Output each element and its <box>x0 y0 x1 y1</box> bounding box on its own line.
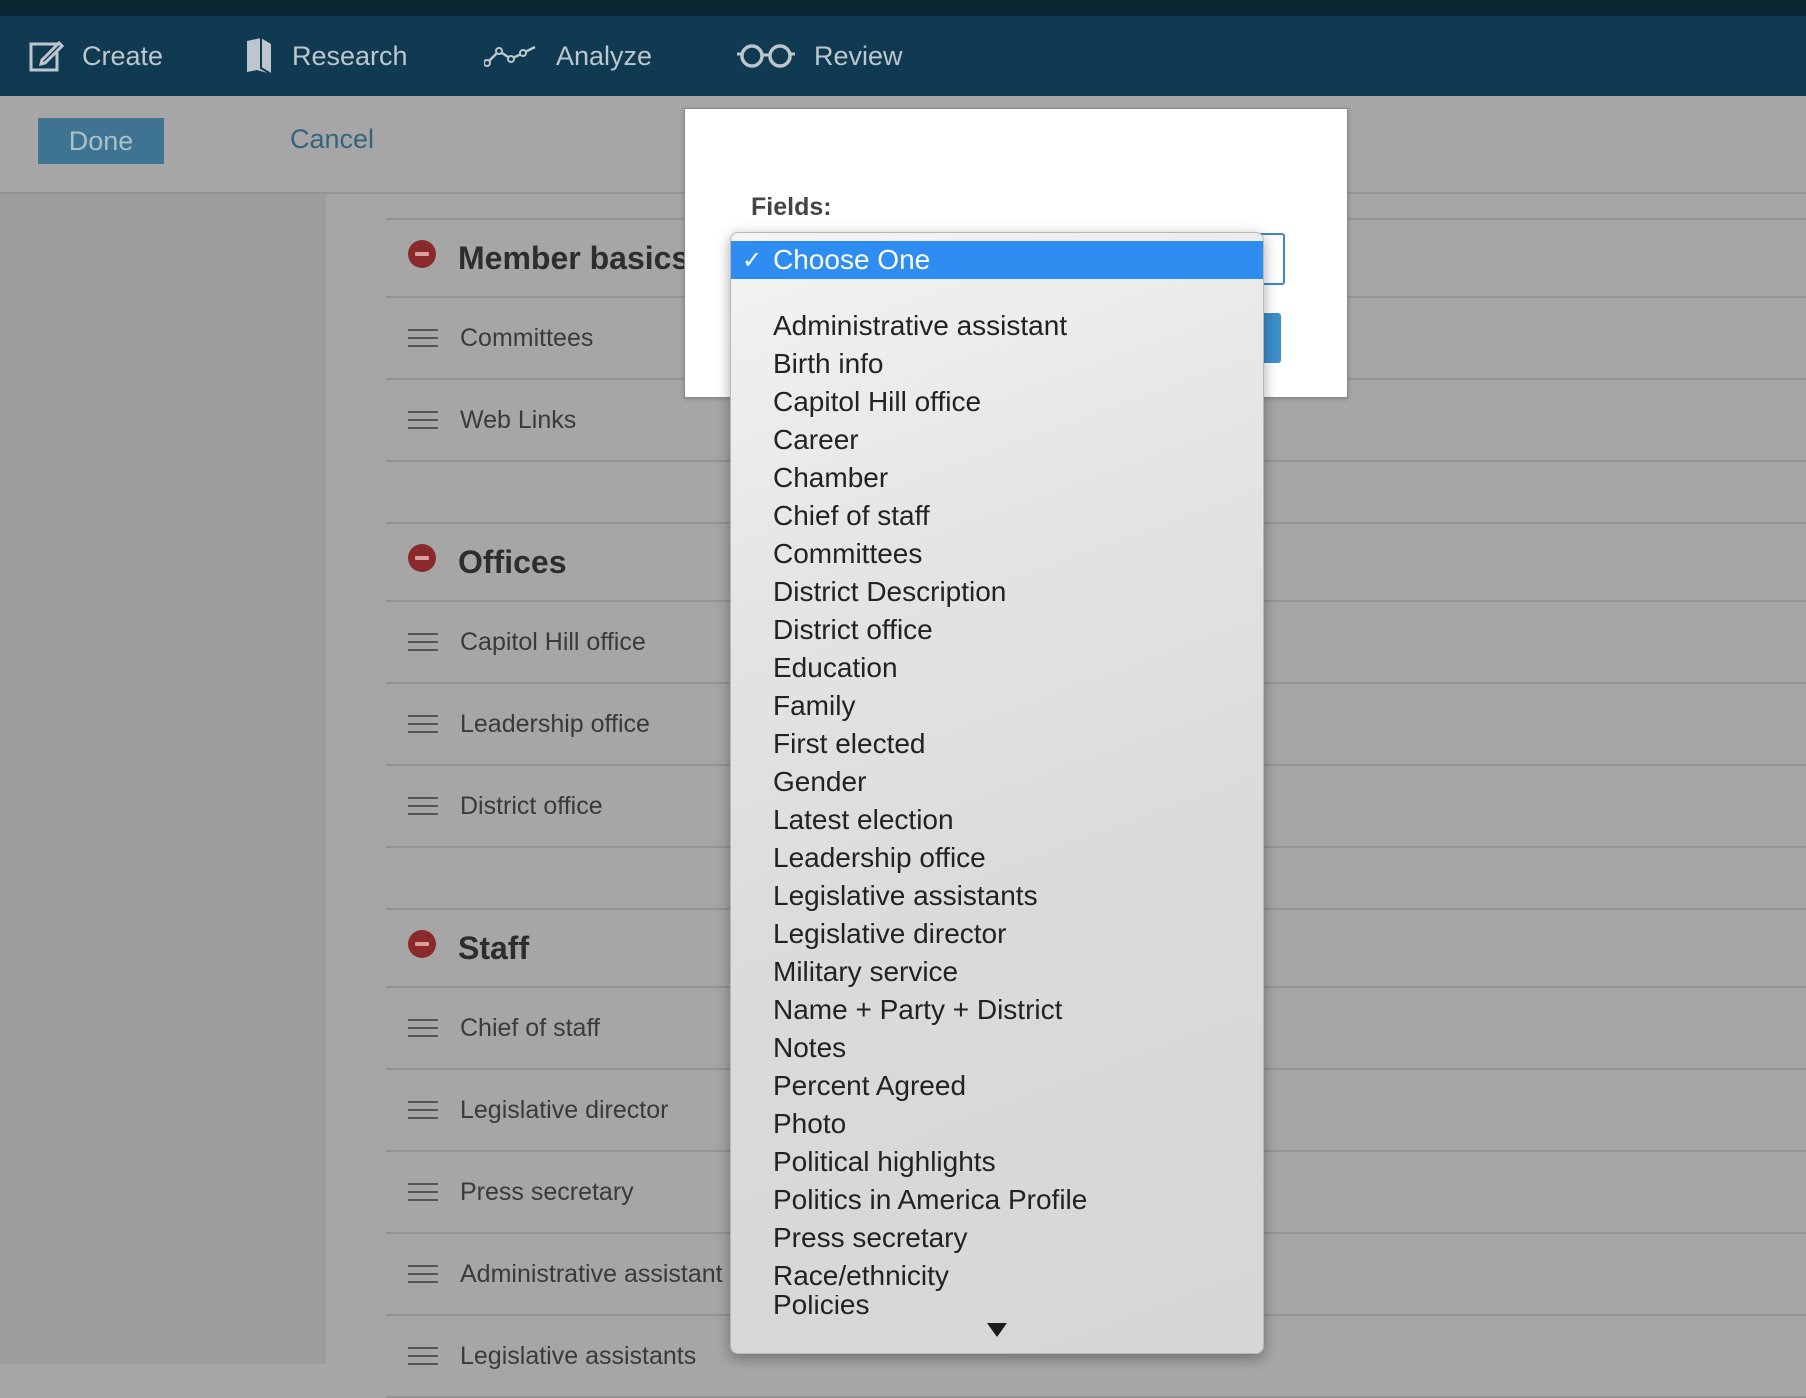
drag-handle-icon[interactable] <box>408 411 438 429</box>
dropdown-option[interactable]: Capitol Hill office <box>773 383 1253 421</box>
dropdown-option[interactable]: Political highlights <box>773 1143 1253 1181</box>
list-item-label: Web Links <box>460 405 577 434</box>
list-item-label: Chief of staff <box>460 1013 600 1042</box>
dropdown-option[interactable]: Photo <box>773 1105 1253 1143</box>
dropdown-option[interactable]: Chamber <box>773 459 1253 497</box>
book-icon <box>247 38 272 75</box>
edit-icon <box>29 40 64 72</box>
dropdown-option[interactable]: Military service <box>773 953 1253 991</box>
dropdown-option[interactable]: Legislative assistants <box>773 877 1253 915</box>
dropdown-option[interactable]: Politics in America Profile <box>773 1181 1253 1219</box>
drag-handle-icon[interactable] <box>408 329 438 347</box>
dropdown-option-selected[interactable]: ✓ Choose One <box>731 241 1263 279</box>
dropdown-option[interactable]: Career <box>773 421 1253 459</box>
drag-handle-icon[interactable] <box>408 1265 438 1283</box>
nav-create[interactable]: Create <box>28 16 163 96</box>
dropdown-option[interactable]: Percent Agreed <box>773 1067 1253 1105</box>
remove-section-icon[interactable] <box>408 240 436 268</box>
nav-review[interactable]: Review <box>736 16 903 96</box>
glasses-icon <box>737 44 795 68</box>
dropdown-options: Administrative assistant Birth info Capi… <box>773 307 1253 1315</box>
fields-label: Fields: <box>751 193 832 221</box>
dropdown-option-label: Choose One <box>773 244 931 275</box>
list-item-label: Capitol Hill office <box>460 627 646 656</box>
main-nav: Create Research Analyze Review <box>0 16 1806 96</box>
remove-section-icon[interactable] <box>408 930 436 958</box>
nav-research-label: Research <box>292 40 408 71</box>
list-item-label: Committees <box>460 323 594 352</box>
left-panel <box>0 194 326 1364</box>
section-title: Staff <box>458 929 530 966</box>
dropdown-option[interactable]: First elected <box>773 725 1253 763</box>
dropdown-option[interactable]: Education <box>773 649 1253 687</box>
drag-handle-icon[interactable] <box>408 1183 438 1201</box>
drag-handle-icon[interactable] <box>408 1347 438 1365</box>
scroll-down-arrow-icon[interactable] <box>987 1323 1007 1337</box>
list-item-label: Administrative assistant <box>460 1259 723 1288</box>
list-item-label: Leadership office <box>460 709 650 738</box>
dropdown-option[interactable]: Gender <box>773 763 1253 801</box>
dropdown-option[interactable]: Committees <box>773 535 1253 573</box>
dropdown-option-partial[interactable]: Policies <box>773 1295 1253 1315</box>
section-title: Offices <box>458 543 567 580</box>
drag-handle-icon[interactable] <box>408 797 438 815</box>
dropdown-option[interactable]: District office <box>773 611 1253 649</box>
cancel-link[interactable]: Cancel <box>290 124 374 155</box>
nav-analyze-label: Analyze <box>556 40 653 71</box>
fields-dropdown-menu: ✓ Choose One Administrative assistant Bi… <box>730 232 1264 1354</box>
dropdown-option[interactable]: Name + Party + District <box>773 991 1253 1029</box>
section-title: Member basics <box>458 239 690 276</box>
dropdown-option[interactable]: Legislative director <box>773 915 1253 953</box>
dropdown-option[interactable]: Birth info <box>773 345 1253 383</box>
dropdown-option[interactable]: Chief of staff <box>773 497 1253 535</box>
nav-review-label: Review <box>814 40 903 71</box>
top-strip <box>0 0 1806 16</box>
dropdown-option[interactable]: Press secretary <box>773 1219 1253 1257</box>
dropdown-option[interactable]: Race/ethnicity <box>773 1257 1253 1295</box>
checkmark-icon: ✓ <box>741 246 763 274</box>
dropdown-option[interactable]: Notes <box>773 1029 1253 1067</box>
dropdown-option[interactable]: Administrative assistant <box>773 307 1253 345</box>
list-item-label: District office <box>460 791 603 820</box>
nav-analyze[interactable]: Analyze <box>484 16 652 96</box>
drag-handle-icon[interactable] <box>408 633 438 651</box>
dropdown-option[interactable]: District Description <box>773 573 1253 611</box>
dropdown-option[interactable]: Family <box>773 687 1253 725</box>
list-item-label: Press secretary <box>460 1177 634 1206</box>
drag-handle-icon[interactable] <box>408 1019 438 1037</box>
list-item-label: Legislative director <box>460 1095 669 1124</box>
drag-handle-icon[interactable] <box>408 715 438 733</box>
nav-research[interactable]: Research <box>244 16 408 96</box>
dropdown-option[interactable]: Latest election <box>773 801 1253 839</box>
line-chart-icon <box>484 45 536 67</box>
dropdown-option[interactable]: Leadership office <box>773 839 1253 877</box>
nav-create-label: Create <box>82 40 164 71</box>
done-button[interactable]: Done <box>38 118 164 164</box>
list-item-label: Legislative assistants <box>460 1341 697 1370</box>
drag-handle-icon[interactable] <box>408 1101 438 1119</box>
remove-section-icon[interactable] <box>408 544 436 572</box>
